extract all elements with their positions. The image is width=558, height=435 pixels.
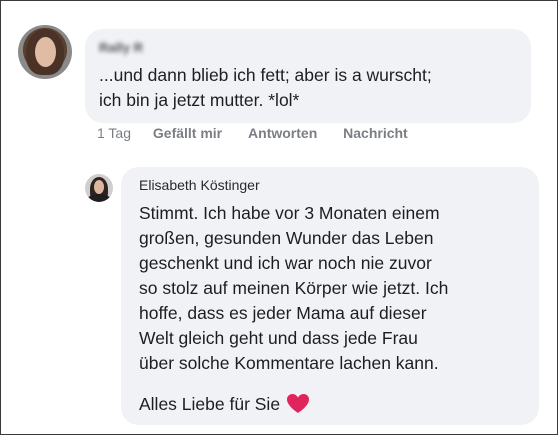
reply-line: geschenkt und ich war noch nie zuvor — [139, 253, 432, 273]
reply-text: Stimmt. Ich habe vor 3 Monaten einem gro… — [139, 201, 448, 376]
reply-line: großen, gesunden Wunder das Leben — [139, 228, 434, 248]
heart-icon — [286, 393, 310, 414]
comment-bubble: Rally R ...und dann blieb ich fett; aber… — [85, 29, 531, 123]
comment-author-name[interactable]: Rally R — [99, 40, 143, 55]
comment-line: ...und dann blieb ich fett; aber is a wu… — [99, 65, 432, 85]
comment-line: ich bin ja jetzt mutter. *lol* — [99, 90, 300, 110]
reply-closing: Alles Liebe für Sie — [139, 393, 310, 415]
reply-author-name[interactable]: Elisabeth Köstinger — [139, 177, 260, 193]
reply-closing-text: Alles Liebe für Sie — [139, 394, 281, 414]
comment-actions: 1 Tag Gefällt mir Antworten Nachricht — [97, 125, 430, 141]
reply-author-avatar[interactable] — [85, 174, 113, 202]
reply-line: hoffe, dass es jeder Mama auf dieser — [139, 303, 427, 323]
reply-bubble: Elisabeth Köstinger Stimmt. Ich habe vor… — [121, 167, 539, 425]
reply-line: über solche Kommentare lachen kann. — [139, 353, 439, 373]
reply-line: so stolz auf meinen Körper wie jetzt. Ic… — [139, 278, 449, 298]
reply-line: Stimmt. Ich habe vor 3 Monaten einem — [139, 203, 440, 223]
like-button[interactable]: Gefällt mir — [153, 125, 222, 141]
reply-line: Welt gleich geht und dass jede Frau — [139, 328, 418, 348]
reply-button[interactable]: Antworten — [248, 125, 317, 141]
comment-timestamp[interactable]: 1 Tag — [97, 125, 131, 141]
message-button[interactable]: Nachricht — [343, 125, 408, 141]
screenshot-frame: Rally R ...und dann blieb ich fett; aber… — [0, 0, 558, 435]
comment-text: ...und dann blieb ich fett; aber is a wu… — [99, 63, 432, 113]
commenter-avatar[interactable] — [18, 25, 72, 79]
